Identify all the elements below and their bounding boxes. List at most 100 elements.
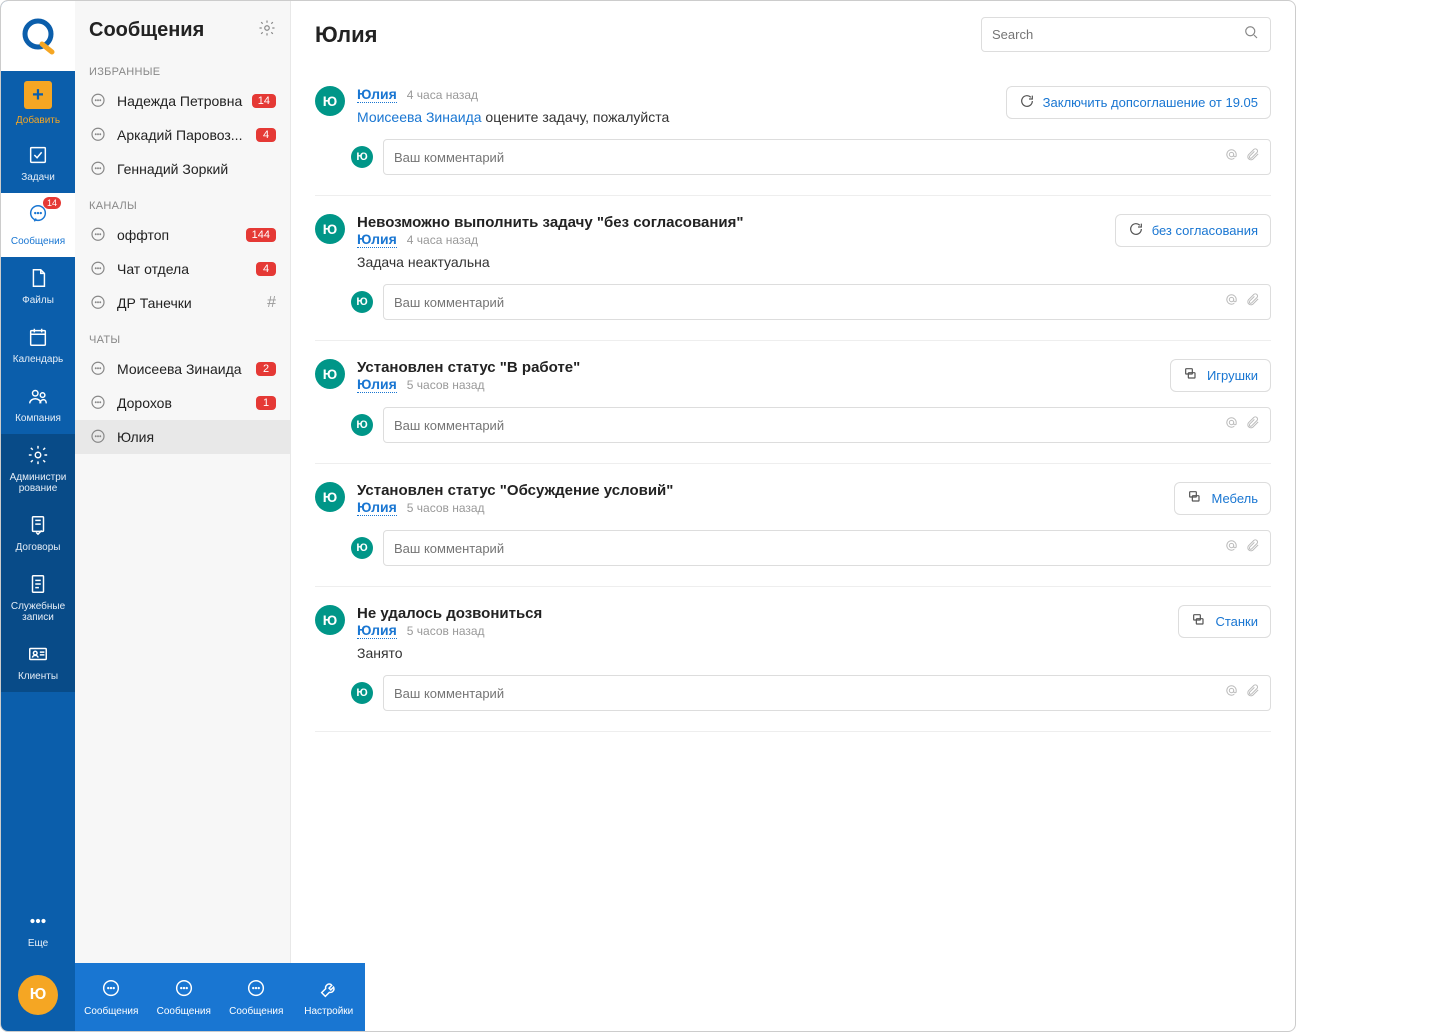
author-avatar[interactable]: Ю [315,214,345,244]
attach-icon[interactable] [1245,538,1260,558]
sidebar-item-favorite[interactable]: Надежда Петровна14 [75,84,290,118]
rail-admin[interactable]: Администри рование [1,434,75,504]
rail-company[interactable]: Компания [1,375,75,434]
sidebar-item-favorite[interactable]: Геннадий Зоркий [75,152,290,186]
comment-input[interactable] [394,295,1218,310]
section-channels: КАНАЛЫ [75,186,290,218]
mention-icon[interactable] [1224,147,1239,167]
stack-icon [1187,489,1203,508]
note-icon [27,573,49,595]
related-task-pill[interactable]: Станки [1178,605,1271,638]
sidebar-item-chat[interactable]: Дорохов1 [75,386,290,420]
sidebar-item-channel[interactable]: ДР Танечки# [75,286,290,320]
comment-input-wrap[interactable] [383,530,1271,566]
search-input[interactable] [992,27,1242,42]
post-body: Занято [357,645,1166,661]
comment-input[interactable] [394,150,1218,165]
rail-add[interactable]: + Добавить [1,71,75,134]
comment-input[interactable] [394,686,1218,701]
mention-icon[interactable] [1224,292,1239,312]
tab-messages-3[interactable]: Сообщения [220,963,293,1031]
author-avatar[interactable]: Ю [315,482,345,512]
app-logo[interactable] [1,1,75,71]
pill-label: Заключить допсоглашение от 19.05 [1043,95,1258,110]
attach-icon[interactable] [1245,683,1260,703]
post: ЮНе удалось дозвонитьсяЮлия5 часов назад… [315,587,1271,732]
sidebar-item-favorite[interactable]: Аркадий Паровоз...4 [75,118,290,152]
comment-input-wrap[interactable] [383,284,1271,320]
unread-badge: 2 [256,362,276,376]
mention-icon[interactable] [1224,415,1239,435]
attach-icon[interactable] [1245,415,1260,435]
dots-icon [27,910,49,932]
sidebar-item-chat[interactable]: Юлия [75,420,290,454]
section-chats: ЧАТЫ [75,320,290,352]
author-avatar[interactable]: Ю [315,605,345,635]
author-link[interactable]: Юлия [357,622,397,639]
main-panel: Юлия Ю Юлия 4 часа назад Моисеева Зинаида о… [291,1,1295,1031]
comment-input-wrap[interactable] [383,407,1271,443]
rail-messages[interactable]: 14 Сообщения [1,193,75,257]
author-avatar[interactable]: Ю [315,86,345,116]
post: Ю Юлия 4 часа назад Моисеева Зинаида оценит… [315,68,1271,196]
sidebar: Сообщения ИЗБРАННЫЕ Надежда Петровна14Ар… [75,1,291,1031]
author-link[interactable]: Юлия [357,86,397,103]
tab-messages-1[interactable]: Сообщения [75,963,148,1031]
current-user-avatar[interactable]: Ю [18,975,58,1015]
rail-calendar[interactable]: Календарь [1,316,75,375]
post: ЮУстановлен статус "В работе"Юлия5 часов… [315,341,1271,464]
comment-input-wrap[interactable] [383,139,1271,175]
comment-avatar: Ю [351,414,373,436]
post-title: Установлен статус "Обсуждение условий" [357,482,1162,499]
related-task-pill[interactable]: Игрушки [1170,359,1271,392]
tab-messages-2[interactable]: Сообщения [148,963,221,1031]
post-timestamp: 5 часов назад [407,624,485,638]
check-square-icon [27,144,49,166]
sidebar-header: Сообщения [75,1,290,52]
rail-more[interactable]: Еще [1,900,75,959]
mention-icon[interactable] [1224,538,1239,558]
author-link[interactable]: Юлия [357,499,397,516]
comment-avatar: Ю [351,682,373,704]
author-link[interactable]: Юлия [357,376,397,393]
post-title: Невозможно выполнить задачу "без согласо… [357,214,1103,231]
related-task-pill[interactable]: Мебель [1174,482,1271,515]
rail-tasks[interactable]: Задачи [1,134,75,193]
pill-label: без согласования [1152,223,1258,238]
mention-icon[interactable] [1224,683,1239,703]
message-icon [100,978,122,1000]
sidebar-item-label: Моисеева Зинаида [117,361,256,377]
post-body: Моисеева Зинаида оцените задачу, пожалуй… [357,109,994,125]
mention-link[interactable]: Моисеева Зинаида [357,109,482,125]
gear-icon [27,444,49,466]
post-timestamp: 5 часов назад [407,378,485,392]
author-avatar[interactable]: Ю [315,359,345,389]
section-favorites: ИЗБРАННЫЕ [75,52,290,84]
sidebar-settings-icon[interactable] [258,19,276,42]
rail-contracts[interactable]: Договоры [1,504,75,563]
comment-input[interactable] [394,418,1218,433]
sidebar-item-chat[interactable]: Моисеева Зинаида2 [75,352,290,386]
search-box[interactable] [981,17,1271,52]
rail-clients[interactable]: Клиенты [1,633,75,692]
sidebar-item-channel[interactable]: оффтоп144 [75,218,290,252]
unread-badge: 144 [246,228,276,242]
related-task-pill[interactable]: Заключить допсоглашение от 19.05 [1006,86,1271,119]
tab-settings[interactable]: Настройки [293,963,366,1031]
sidebar-item-label: Юлия [117,429,276,445]
related-task-pill[interactable]: без согласования [1115,214,1271,247]
sidebar-item-channel[interactable]: Чат отдела4 [75,252,290,286]
comment-input-wrap[interactable] [383,675,1271,711]
rail-files[interactable]: Файлы [1,257,75,316]
messages-badge: 14 [43,197,61,209]
comment-input[interactable] [394,541,1218,556]
stack-icon [1183,366,1199,385]
attach-icon[interactable] [1245,292,1260,312]
author-link[interactable]: Юлия [357,231,397,248]
post-timestamp: 4 часа назад [407,88,478,102]
calendar-icon [27,326,49,348]
rail-memos[interactable]: Служебные записи [1,563,75,633]
attach-icon[interactable] [1245,147,1260,167]
pill-label: Мебель [1211,491,1258,506]
sidebar-item-label: Дорохов [117,395,256,411]
